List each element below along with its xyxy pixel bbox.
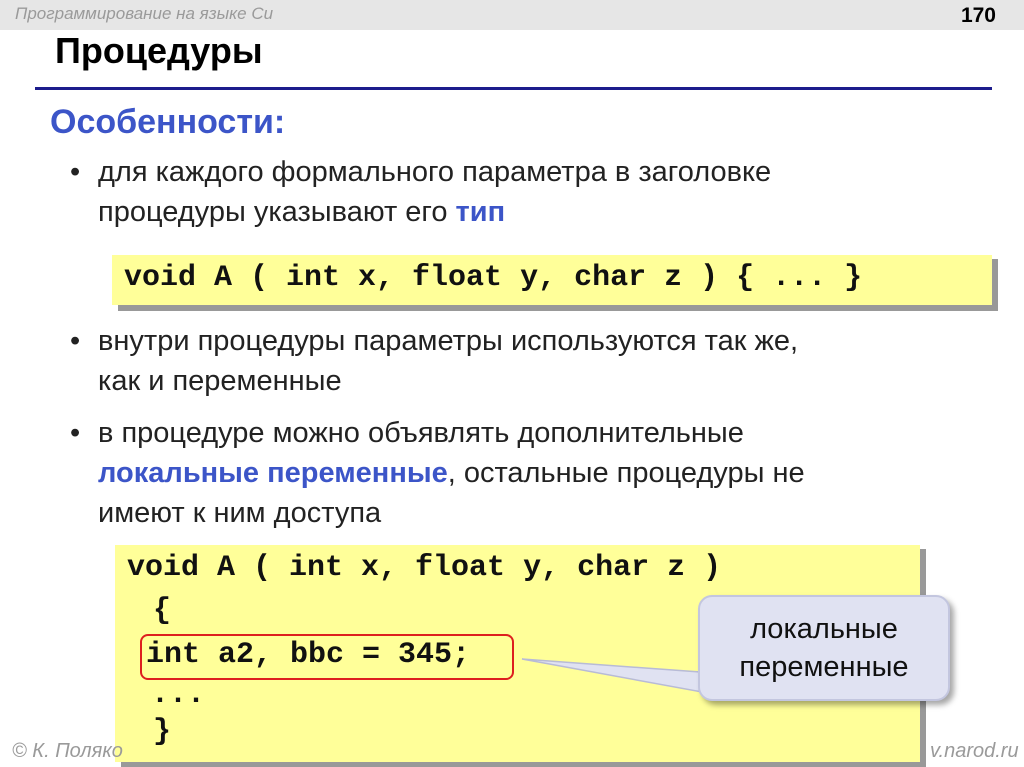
callout-line: переменные — [739, 651, 909, 683]
callout-pointer-shape — [521, 658, 703, 693]
callout-line: локальные — [750, 613, 898, 645]
callout-local-variables: локальные переменные — [698, 595, 950, 701]
